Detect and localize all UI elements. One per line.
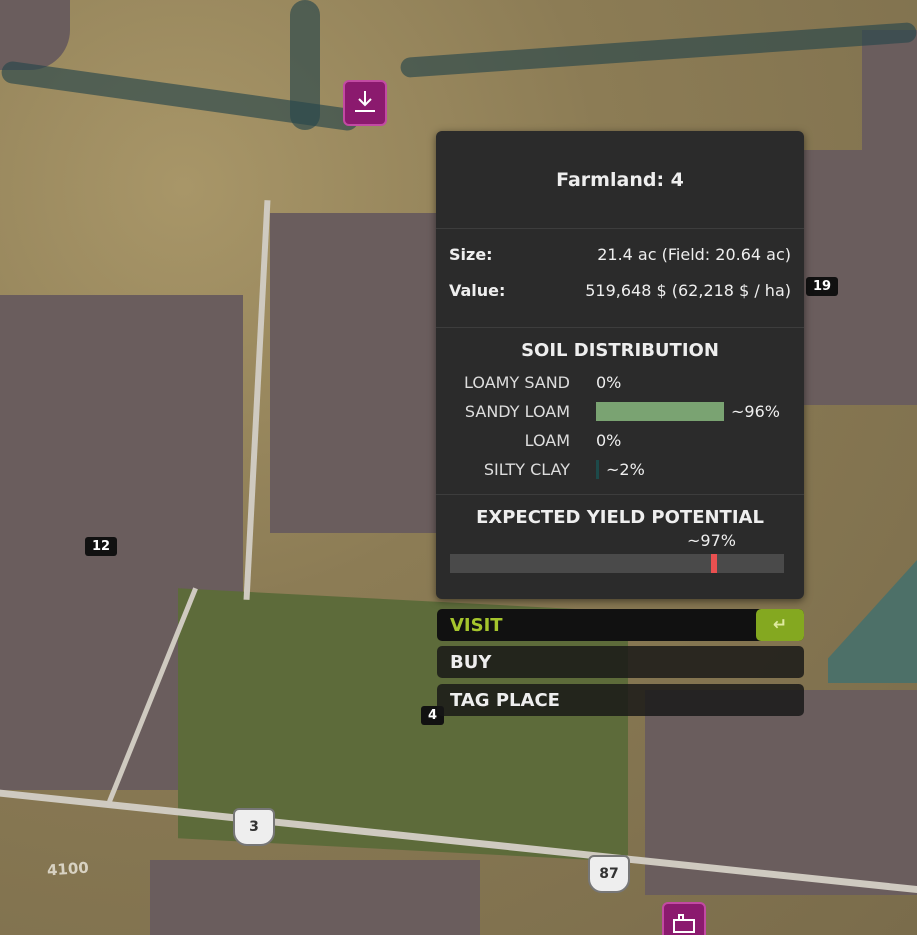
soil-value: ~2% xyxy=(606,460,645,479)
download-icon xyxy=(355,91,375,112)
soil-title: SOIL DISTRIBUTION xyxy=(521,340,719,361)
soil-row: SILTY CLAY ~2% xyxy=(436,455,804,484)
visit-button[interactable]: VISIT ↵ xyxy=(437,609,804,641)
enter-key-icon[interactable]: ↵ xyxy=(756,609,804,641)
soil-value: 0% xyxy=(596,373,622,392)
field-parcel[interactable] xyxy=(270,213,440,533)
soil-row: LOAMY SAND 0% xyxy=(436,368,804,397)
yield-section: EXPECTED YIELD POTENTIAL ~97% xyxy=(436,495,804,573)
value-row: Value: 519,648 $ (62,218 $ / ha) xyxy=(436,281,804,300)
yield-marker xyxy=(711,554,717,573)
soil-list: LOAMY SAND 0% SANDY LOAM ~96% LOAM 0% SILTY CL… xyxy=(436,368,804,484)
size-row: Size: 21.4 ac (Field: 20.64 ac) xyxy=(436,245,804,264)
soil-value: ~96% xyxy=(731,402,780,421)
soil-name: LOAM xyxy=(524,431,570,450)
road-label: 4100 xyxy=(46,858,90,880)
soil-section: SOIL DISTRIBUTION LOAMY SAND 0% SANDY LOAM… xyxy=(436,328,804,495)
field-parcel[interactable] xyxy=(150,860,480,935)
yield-bar xyxy=(450,554,784,573)
farmland-info-panel: Farmland: 4 Size: 21.4 ac (Field: 20.64 … xyxy=(436,131,804,599)
state-road-shield: 3 xyxy=(233,808,275,846)
us-highway-shield: 87 xyxy=(588,855,630,893)
soil-row: SANDY LOAM ~96% xyxy=(436,397,804,426)
panel-title: Farmland: 4 xyxy=(436,131,804,229)
soil-row: LOAM 0% xyxy=(436,426,804,455)
field-parcel[interactable] xyxy=(0,0,70,70)
property-info: Size: 21.4 ac (Field: 20.64 ac) Value: 5… xyxy=(436,229,804,328)
value-value: 519,648 $ (62,218 $ / ha) xyxy=(585,281,791,300)
tag-place-button[interactable]: TAG PLACE xyxy=(437,684,804,716)
soil-name: SILTY CLAY xyxy=(483,460,570,479)
soil-bar xyxy=(596,460,599,479)
size-label: Size: xyxy=(449,245,493,264)
field-parcel[interactable] xyxy=(862,30,917,150)
soil-name: SANDY LOAM xyxy=(464,402,570,421)
size-value: 21.4 ac (Field: 20.64 ac) xyxy=(597,245,791,264)
field-number-12[interactable]: 12 xyxy=(85,537,118,556)
soil-bar xyxy=(596,402,724,421)
buy-button[interactable]: BUY xyxy=(437,646,804,678)
tag-place-label: TAG PLACE xyxy=(450,689,560,711)
buy-label: BUY xyxy=(450,651,492,673)
factory-marker-icon[interactable] xyxy=(662,902,706,935)
field-number-19[interactable]: 19 xyxy=(806,277,839,296)
river xyxy=(399,21,917,79)
value-label: Value: xyxy=(449,281,506,300)
yield-value: ~97% xyxy=(687,531,736,550)
water-field xyxy=(828,560,917,683)
soil-value: 0% xyxy=(596,431,622,450)
river xyxy=(290,0,320,130)
visit-label: VISIT xyxy=(450,614,503,636)
download-marker-icon[interactable] xyxy=(343,80,387,126)
yield-title: EXPECTED YIELD POTENTIAL xyxy=(476,507,764,528)
road xyxy=(243,200,271,600)
factory-icon xyxy=(673,914,695,933)
soil-name: LOAMY SAND xyxy=(464,373,570,392)
